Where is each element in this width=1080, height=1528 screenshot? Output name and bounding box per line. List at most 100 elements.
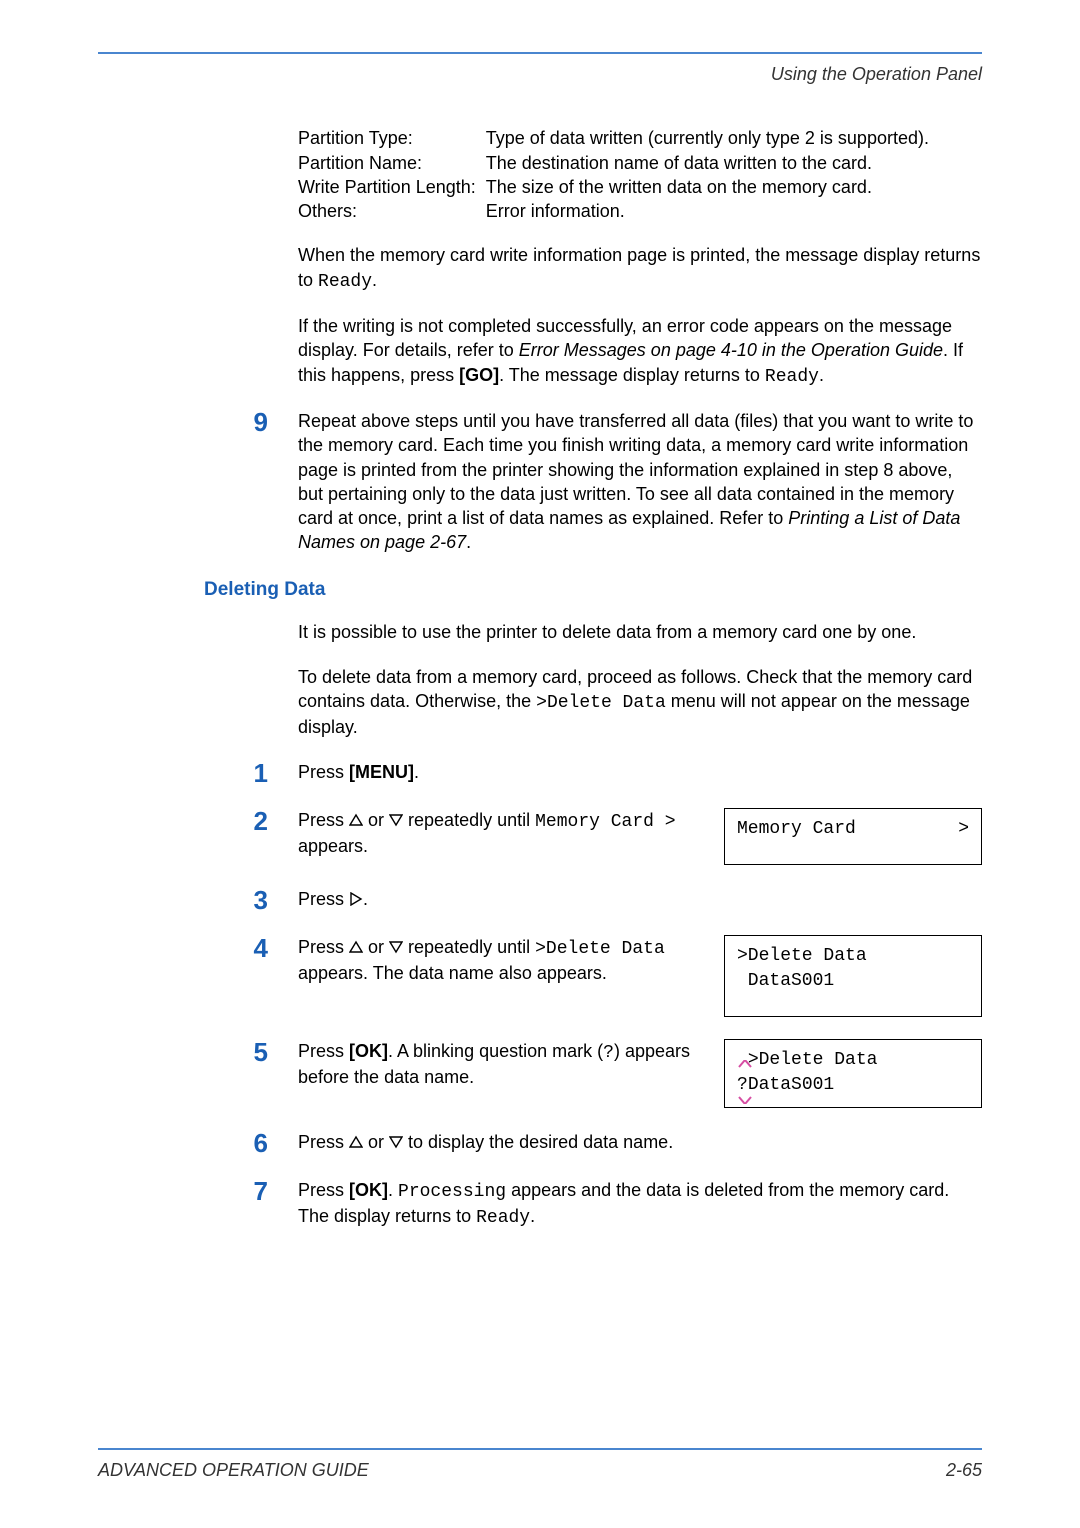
def-key-others: Others:: [298, 199, 486, 223]
lcd-display: >Delete Data DataS001: [724, 935, 982, 1017]
text: Press: [298, 937, 349, 957]
text: Press: [298, 889, 349, 909]
page-footer: ADVANCED OPERATION GUIDE 2-65: [98, 1448, 982, 1482]
text: appears.: [298, 836, 368, 856]
step-6: 6 Press or to display the desired data n…: [98, 1130, 982, 1156]
section-deleting-data: Deleting Data: [204, 577, 982, 603]
step-body: Press or repeatedly until Memory Card > …: [298, 808, 700, 859]
step-5: 5 Press [OK]. A blinking question mark (…: [98, 1039, 982, 1107]
key-ok: [OK]: [349, 1041, 388, 1061]
para-print-ready: When the memory card write information p…: [298, 243, 982, 294]
up-triangle-icon: [349, 809, 363, 833]
lcd-display: >Delete Data ?DataS001: [724, 1039, 982, 1107]
text: .: [388, 1180, 398, 1200]
text: . The message display returns to: [499, 365, 765, 385]
para: To delete data from a memory card, proce…: [298, 665, 982, 740]
up-triangle-icon: [349, 1131, 363, 1155]
def-key-partition-type: Partition Type:: [298, 126, 486, 150]
def-val-partition-type: Type of data written (currently only typ…: [486, 126, 929, 150]
lcd-display: Memory Card >: [724, 808, 982, 865]
step-number: 9: [98, 409, 298, 435]
down-triangle-icon: [389, 809, 403, 833]
text: .: [372, 270, 377, 290]
para: It is possible to use the printer to del…: [298, 620, 982, 644]
step-body: Press [MENU].: [298, 760, 982, 784]
def-val-others: Error information.: [486, 199, 929, 223]
text: .: [466, 532, 471, 552]
text: or: [363, 1132, 389, 1152]
footer-rule: [98, 1448, 982, 1450]
italic-ref: Error Messages on page 4-10 in the Opera…: [519, 340, 943, 360]
down-triangle-icon: [389, 936, 403, 960]
step-body: Press or to display the desired data nam…: [298, 1130, 982, 1155]
footer-left: ADVANCED OPERATION GUIDE: [98, 1458, 369, 1482]
def-val-partition-name: The destination name of data written to …: [486, 151, 929, 175]
step-number: 6: [98, 1130, 298, 1156]
mono-processing: Processing: [398, 1182, 506, 1202]
text: .: [819, 365, 824, 385]
key-menu: [MENU]: [349, 762, 414, 782]
step-body: Press or repeatedly until >Delete Data a…: [298, 935, 700, 986]
lcd-text-blinking-q: ?: [737, 1075, 748, 1095]
key-go: [GO]: [459, 365, 499, 385]
def-val-write-length: The size of the written data on the memo…: [486, 175, 929, 199]
text: Press: [298, 762, 349, 782]
text: Press: [298, 1180, 349, 1200]
text: or: [363, 937, 389, 957]
step-2: 2 Press or repeatedly until Memory Card …: [98, 808, 982, 865]
text: . A blinking question mark (: [388, 1041, 603, 1061]
lcd-text: >Delete Data: [748, 1050, 878, 1070]
step-number: 5: [98, 1039, 298, 1065]
definition-block: Partition Type: Type of data written (cu…: [298, 126, 982, 389]
step-3: 3 Press .: [98, 887, 982, 913]
para-error: If the writing is not completed successf…: [298, 314, 982, 389]
text: or: [363, 810, 389, 830]
right-triangle-icon: [349, 888, 363, 912]
running-header: Using the Operation Panel: [98, 62, 982, 86]
text: .: [530, 1206, 535, 1226]
text: When the memory card write information p…: [298, 245, 980, 289]
mono-memory-card: Memory Card >: [535, 812, 675, 832]
mono-delete-data: >Delete Data: [536, 693, 666, 713]
text: Press: [298, 1132, 349, 1152]
text: .: [363, 889, 368, 909]
deleting-intro-1: It is possible to use the printer to del…: [298, 620, 982, 739]
step-4: 4 Press or repeatedly until >Delete Data…: [98, 935, 982, 1017]
text: to display the desired data name.: [403, 1132, 673, 1152]
text: repeatedly until: [403, 937, 535, 957]
step-number: 1: [98, 760, 298, 786]
mono-ready: Ready: [318, 272, 372, 292]
text: Press: [298, 1041, 349, 1061]
text: .: [414, 762, 419, 782]
step-7: 7 Press [OK]. Processing appears and the…: [98, 1178, 982, 1231]
mono-ready: Ready: [765, 367, 819, 387]
key-ok: [OK]: [349, 1180, 388, 1200]
step-number: 7: [98, 1178, 298, 1204]
step-number: 4: [98, 935, 298, 961]
step-1: 1 Press [MENU].: [98, 760, 982, 786]
text: Press: [298, 810, 349, 830]
text: appears. The data name also appears.: [298, 963, 607, 983]
mono-question: ?: [603, 1043, 614, 1063]
step-9: 9 Repeat above steps until you have tran…: [98, 409, 982, 555]
down-triangle-icon: [389, 1131, 403, 1155]
lcd-text: Memory Card: [737, 817, 856, 842]
lcd-text: >Delete Data: [737, 944, 969, 969]
step-number: 2: [98, 808, 298, 834]
step-body: Press [OK]. Processing appears and the d…: [298, 1178, 982, 1231]
lcd-text: DataS001: [737, 969, 969, 994]
step-body: Press .: [298, 887, 982, 912]
def-key-partition-name: Partition Name:: [298, 151, 486, 175]
top-rule: [98, 52, 982, 54]
lcd-text: DataS001: [748, 1075, 834, 1095]
step-body: Press [OK]. A blinking question mark (?)…: [298, 1039, 700, 1090]
footer-right: 2-65: [946, 1458, 982, 1482]
def-key-write-length: Write Partition Length:: [298, 175, 486, 199]
lcd-text: >: [958, 817, 969, 842]
mono-ready: Ready: [476, 1208, 530, 1228]
step-body: Repeat above steps until you have transf…: [298, 409, 982, 555]
step-number: 3: [98, 887, 298, 913]
up-triangle-icon: [349, 936, 363, 960]
mono-delete-data: >Delete Data: [535, 939, 665, 959]
text: repeatedly until: [403, 810, 535, 830]
